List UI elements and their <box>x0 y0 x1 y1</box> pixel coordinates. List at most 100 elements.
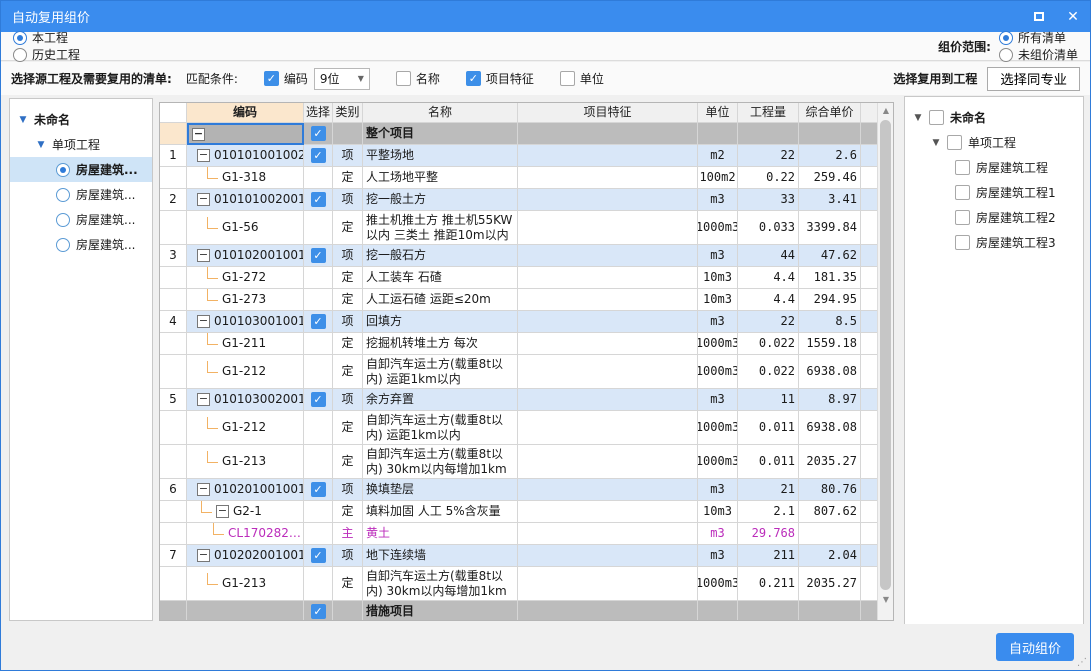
match-condition-2[interactable]: ✓项目特征 <box>466 70 534 87</box>
collapse-icon[interactable]: − <box>197 193 210 206</box>
collapse-icon[interactable]: − <box>197 483 210 496</box>
collapse-icon[interactable]: − <box>197 315 210 328</box>
tree-radio-icon[interactable] <box>56 238 70 252</box>
row-checkbox-icon[interactable]: ✓ <box>311 482 326 497</box>
scroll-down-icon[interactable]: ▼ <box>878 592 894 608</box>
target-tree-item-4[interactable]: 房屋建筑工程2 <box>905 205 1083 230</box>
select-cell[interactable] <box>304 501 333 523</box>
close-button[interactable]: ✕ <box>1056 1 1090 32</box>
target-tree-item-0[interactable]: ▼未命名 <box>905 105 1083 130</box>
select-cell[interactable] <box>304 267 333 289</box>
row-checkbox-icon[interactable]: ✓ <box>311 392 326 407</box>
select-cell[interactable]: ✓ <box>304 123 333 145</box>
price-scope-option-1[interactable]: 未组价清单 <box>999 46 1078 63</box>
source-tree-item-5[interactable]: 房屋建筑... <box>10 232 152 257</box>
code-cell[interactable]: G1-212 <box>187 355 304 389</box>
target-tree-item-2[interactable]: 房屋建筑工程 <box>905 155 1083 180</box>
code-cell[interactable]: −G2-1 <box>187 501 304 523</box>
tree-checkbox-icon[interactable] <box>955 210 970 225</box>
select-cell[interactable] <box>304 445 333 479</box>
code-cell[interactable] <box>187 601 304 620</box>
code-cell[interactable]: −010101002001 <box>187 189 304 211</box>
select-cell[interactable] <box>304 411 333 445</box>
source-project-option-1[interactable]: 历史工程 <box>13 46 80 63</box>
scroll-up-icon[interactable]: ▲ <box>878 103 894 119</box>
code-digits-dropdown[interactable]: 9位▼ <box>314 68 370 90</box>
tree-radio-icon[interactable] <box>56 188 70 202</box>
code-cell[interactable]: G1-272 <box>187 267 304 289</box>
tree-checkbox-icon[interactable] <box>929 110 944 125</box>
select-cell[interactable]: ✓ <box>304 389 333 411</box>
row-checkbox-icon[interactable]: ✓ <box>311 148 326 163</box>
code-cell[interactable]: −010101001002 <box>187 145 304 167</box>
code-cell[interactable]: G1-273 <box>187 289 304 311</box>
source-project-option-0[interactable]: 本工程 <box>13 29 80 46</box>
collapse-icon[interactable]: − <box>197 249 210 262</box>
collapse-icon[interactable]: − <box>197 149 210 162</box>
collapse-icon[interactable]: − <box>197 393 210 406</box>
code-cell[interactable]: G1-212 <box>187 411 304 445</box>
tree-checkbox-icon[interactable] <box>947 135 962 150</box>
row-checkbox-icon[interactable]: ✓ <box>311 548 326 563</box>
row-checkbox-icon[interactable]: ✓ <box>311 248 326 263</box>
code-cell[interactable]: G1-318 <box>187 167 304 189</box>
code-cell[interactable]: G1-213 <box>187 567 304 601</box>
checkbox-icon[interactable]: ✓ <box>264 71 279 86</box>
price-scope-option-0[interactable]: 所有清单 <box>999 29 1078 46</box>
maximize-button[interactable] <box>1022 1 1056 32</box>
select-cell[interactable]: ✓ <box>304 189 333 211</box>
collapse-icon[interactable]: − <box>197 549 210 562</box>
source-tree-item-0[interactable]: ▼未命名 <box>10 107 152 132</box>
code-cell[interactable]: − <box>187 123 304 145</box>
row-checkbox-icon[interactable]: ✓ <box>311 126 326 141</box>
checkbox-icon[interactable] <box>396 71 411 86</box>
code-cell[interactable]: G1-56 <box>187 211 304 245</box>
row-checkbox-icon[interactable]: ✓ <box>311 192 326 207</box>
target-tree-item-5[interactable]: 房屋建筑工程3 <box>905 230 1083 255</box>
select-cell[interactable]: ✓ <box>304 245 333 267</box>
scroll-thumb[interactable] <box>880 120 891 590</box>
code-cell[interactable]: CL170282… <box>187 523 304 545</box>
target-tree-item-1[interactable]: ▼单项工程 <box>905 130 1083 155</box>
tree-checkbox-icon[interactable] <box>955 235 970 250</box>
tree-radio-icon[interactable] <box>56 213 70 227</box>
match-condition-3[interactable]: 单位 <box>560 70 604 87</box>
source-tree-item-1[interactable]: ▼单项工程 <box>10 132 152 157</box>
same-major-button[interactable]: 选择同专业 <box>987 67 1080 91</box>
select-cell[interactable]: ✓ <box>304 545 333 567</box>
select-cell[interactable] <box>304 211 333 245</box>
row-checkbox-icon[interactable]: ✓ <box>311 604 326 619</box>
source-tree-item-2[interactable]: 房屋建筑... <box>10 157 152 182</box>
select-cell[interactable]: ✓ <box>304 145 333 167</box>
code-cell[interactable]: −010201001001 <box>187 479 304 501</box>
row-checkbox-icon[interactable]: ✓ <box>311 314 326 329</box>
code-cell[interactable]: −010103001001 <box>187 311 304 333</box>
select-cell[interactable] <box>304 167 333 189</box>
select-cell[interactable] <box>304 333 333 355</box>
code-cell[interactable]: G1-213 <box>187 445 304 479</box>
match-condition-0[interactable]: ✓编码 <box>264 70 308 87</box>
code-cell[interactable]: −010103002001 <box>187 389 304 411</box>
source-tree-item-3[interactable]: 房屋建筑... <box>10 182 152 207</box>
checkbox-icon[interactable]: ✓ <box>466 71 481 86</box>
resize-grip[interactable]: ⋰ <box>1077 657 1088 668</box>
chevron-down-icon[interactable]: ▼ <box>931 138 941 148</box>
match-condition-1[interactable]: 名称 <box>396 70 440 87</box>
grid-scrollbar[interactable]: ▲ ▼ <box>877 103 893 620</box>
source-tree-item-4[interactable]: 房屋建筑... <box>10 207 152 232</box>
select-cell[interactable] <box>304 567 333 601</box>
target-tree-item-3[interactable]: 房屋建筑工程1 <box>905 180 1083 205</box>
auto-price-button[interactable]: 自动组价 <box>996 633 1074 661</box>
checkbox-icon[interactable] <box>560 71 575 86</box>
tree-radio-icon[interactable] <box>56 163 70 177</box>
select-cell[interactable] <box>304 523 333 545</box>
code-cell[interactable]: G1-211 <box>187 333 304 355</box>
tree-checkbox-icon[interactable] <box>955 160 970 175</box>
chevron-down-icon[interactable]: ▼ <box>36 140 46 150</box>
code-cell[interactable]: −010202001001 <box>187 545 304 567</box>
tree-checkbox-icon[interactable] <box>955 185 970 200</box>
select-cell[interactable]: ✓ <box>304 601 333 620</box>
select-cell[interactable]: ✓ <box>304 311 333 333</box>
select-cell[interactable] <box>304 355 333 389</box>
select-cell[interactable]: ✓ <box>304 479 333 501</box>
